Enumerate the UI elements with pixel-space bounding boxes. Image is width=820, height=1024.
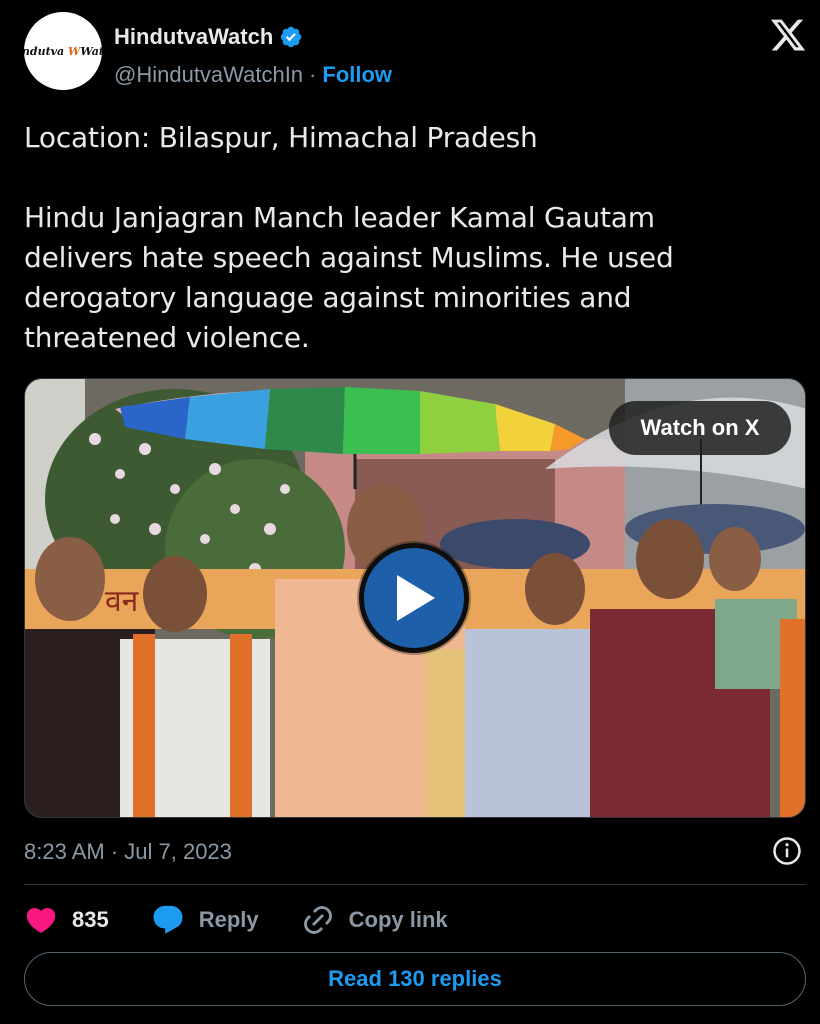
reply-bubble-icon bbox=[153, 905, 183, 934]
action-bar: 835 Reply Copy link bbox=[24, 898, 490, 942]
verified-badge-icon bbox=[281, 26, 302, 48]
x-logo-icon[interactable] bbox=[768, 16, 808, 54]
author-name-row: HindutvaWatch bbox=[114, 24, 303, 50]
read-replies-button[interactable]: Read 130 replies bbox=[24, 952, 806, 1006]
copy-link-button[interactable]: Copy link bbox=[301, 903, 448, 937]
tweet-body-line-4: threatened violence. bbox=[24, 321, 310, 354]
divider bbox=[24, 884, 806, 885]
link-icon bbox=[303, 906, 332, 934]
watch-on-x-button[interactable]: Watch on X bbox=[609, 401, 791, 455]
info-icon[interactable] bbox=[772, 836, 802, 866]
tweet-text: Location: Bilaspur, Himachal Pradesh Hin… bbox=[24, 118, 794, 358]
avatar[interactable]: Hindutva WWatch bbox=[24, 12, 102, 90]
reply-label: Reply bbox=[198, 907, 259, 932]
copy-link-label: Copy link bbox=[348, 907, 448, 932]
tweet-location-line: Location: Bilaspur, Himachal Pradesh bbox=[24, 121, 538, 154]
tweet-meta-row: 8:23 AM · Jul 7, 2023 bbox=[24, 834, 806, 870]
avatar-logo-text: Hindutva WWatch bbox=[24, 44, 102, 58]
separator-dot: · bbox=[309, 62, 317, 87]
author-name[interactable]: HindutvaWatch bbox=[114, 24, 273, 50]
tweet-body-line-3: derogatory language against minorities a… bbox=[24, 281, 632, 314]
video-player[interactable]: वन हत्या Watch on X bbox=[24, 378, 806, 818]
tweet-body-line-1: Hindu Janjagran Manch leader Kamal Gauta… bbox=[24, 201, 655, 234]
tweet-body-line-2: delivers hate speech against Muslims. He… bbox=[24, 241, 674, 274]
heart-icon bbox=[26, 907, 56, 933]
tweet-header: Hindutva WWatch HindutvaWatch @HindutvaW… bbox=[24, 12, 810, 96]
play-button[interactable] bbox=[359, 543, 469, 653]
tweet-timestamp[interactable]: 8:23 AM · Jul 7, 2023 bbox=[24, 839, 232, 865]
author-handle[interactable]: @HindutvaWatchIn bbox=[114, 62, 303, 88]
follow-button[interactable]: Follow bbox=[322, 62, 392, 88]
reply-button[interactable]: Reply bbox=[151, 903, 259, 937]
play-icon bbox=[397, 575, 435, 621]
handle-row: @HindutvaWatchIn · Follow bbox=[114, 62, 392, 88]
like-button[interactable]: 835 bbox=[24, 903, 109, 937]
avatar-logo-mark: W bbox=[68, 44, 81, 58]
like-count: 835 bbox=[72, 907, 109, 932]
